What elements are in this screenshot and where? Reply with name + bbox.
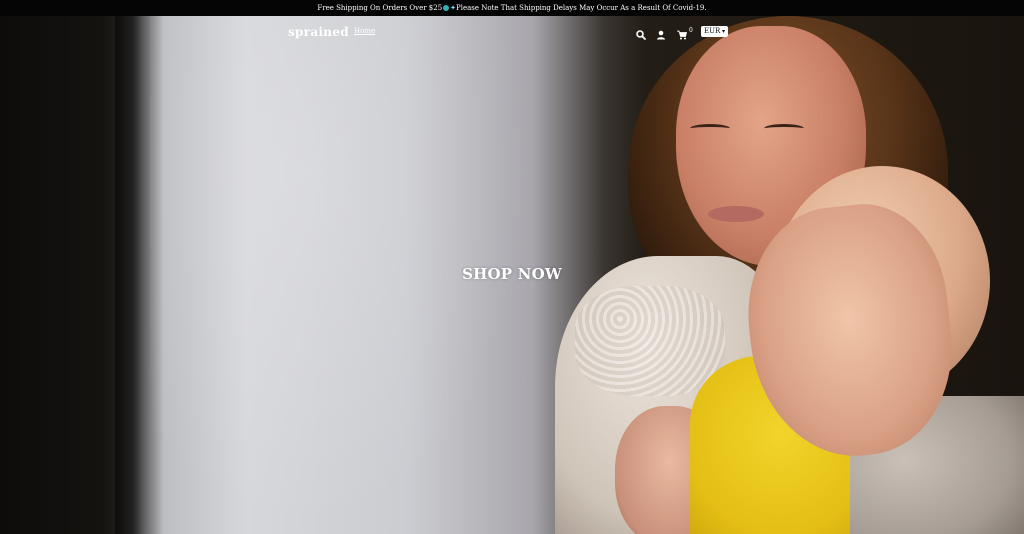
hero-image-eye-right xyxy=(764,124,804,133)
hero-cta-container: SHOP NOW xyxy=(0,264,1024,283)
site-header: sprained Home 0 EUR ▾ xyxy=(0,16,1024,50)
teal-dot-emoji-icon xyxy=(443,5,450,11)
hero-image-eye-left xyxy=(690,124,730,133)
chevron-down-icon: ▾ xyxy=(721,28,725,35)
cart-icon[interactable] xyxy=(676,26,688,40)
hero-image-lace xyxy=(575,286,725,396)
announcement-bar: Free Shipping On Orders Over $25 ✦Please … xyxy=(0,0,1024,16)
currency-select[interactable]: EUR ▾ xyxy=(701,26,728,37)
announcement-text-after: Please Note That Shipping Delays May Occ… xyxy=(456,4,707,12)
search-icon[interactable] xyxy=(635,26,647,40)
cart-count: 0 xyxy=(689,27,693,34)
hero-image-lips xyxy=(708,206,764,222)
currency-value: EUR xyxy=(704,27,721,35)
account-icon[interactable] xyxy=(655,26,667,40)
shop-now-button[interactable]: SHOP NOW xyxy=(462,265,562,283)
announcement-text-before: Free Shipping On Orders Over $25 xyxy=(317,4,443,12)
site-logo[interactable]: sprained xyxy=(288,25,349,39)
nav-link-home[interactable]: Home xyxy=(354,27,375,35)
